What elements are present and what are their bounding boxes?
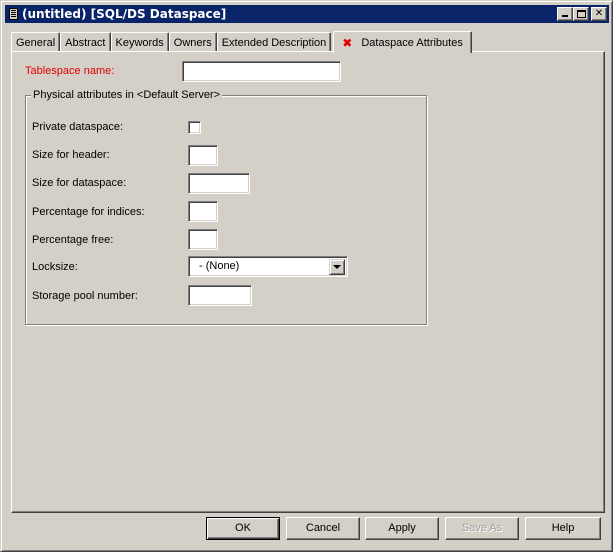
tab-abstract[interactable]: Abstract <box>60 32 111 52</box>
tab-label: General <box>16 36 56 49</box>
storage-pool-number-label: Storage pool number: <box>32 290 138 302</box>
maximize-button[interactable] <box>573 7 589 21</box>
percentage-for-indices-input[interactable] <box>188 201 218 222</box>
locksize-dropdown[interactable]: - (None) <box>188 256 348 277</box>
private-dataspace-label: Private dataspace: <box>32 121 124 133</box>
private-dataspace-checkbox[interactable] <box>188 121 201 134</box>
window-title: (untitled) [SQL/DS Dataspace] <box>22 7 227 21</box>
size-for-header-input[interactable] <box>188 145 218 166</box>
tab-keywords[interactable]: Keywords <box>110 32 169 52</box>
group-title: Physical attributes in <Default Server> <box>31 89 223 101</box>
tab-owners[interactable]: Owners <box>168 32 217 52</box>
percentage-free-input[interactable] <box>188 229 218 250</box>
tab-label: Keywords <box>115 36 164 49</box>
tablespace-name-label: Tablespace name: <box>25 65 115 77</box>
error-x-icon: ✖ <box>342 35 353 50</box>
storage-pool-number-input[interactable] <box>188 285 252 306</box>
tab-general[interactable]: General <box>11 32 61 52</box>
cancel-button[interactable]: Cancel <box>286 517 360 540</box>
ok-button[interactable]: OK <box>206 517 280 540</box>
locksize-label: Locksize: <box>32 261 78 273</box>
tab-strip: General Abstract Keywords Owners Extende… <box>11 30 472 53</box>
apply-button[interactable]: Apply <box>365 517 439 540</box>
minimize-button[interactable] <box>557 7 573 21</box>
save-as-button: Save As <box>445 517 519 540</box>
document-icon <box>9 8 18 20</box>
percentage-for-indices-label: Percentage for indices: <box>32 206 145 218</box>
tab-label: Dataspace Attributes <box>361 36 463 49</box>
tab-label: Owners <box>173 36 212 49</box>
dialog-window: (untitled) [SQL/DS Dataspace] ✕ General … <box>0 0 613 552</box>
locksize-selected-value: - (None) <box>199 260 240 272</box>
tab-dataspace-attributes[interactable]: ✖ Dataspace Attributes <box>333 31 472 53</box>
tab-label: Extended Description <box>221 36 327 49</box>
chevron-down-icon[interactable] <box>329 259 345 275</box>
help-button[interactable]: Help <box>525 517 601 540</box>
tab-extended-description[interactable]: Extended Description <box>216 32 332 52</box>
title-bar[interactable]: (untitled) [SQL/DS Dataspace] ✕ <box>5 5 609 23</box>
close-icon: ✕ <box>594 8 604 19</box>
percentage-free-label: Percentage free: <box>32 234 114 246</box>
window-controls: ✕ <box>557 7 607 21</box>
size-for-header-label: Size for header: <box>32 149 110 161</box>
size-for-dataspace-input[interactable] <box>188 173 250 194</box>
tab-label: Abstract <box>65 36 106 49</box>
tablespace-name-input[interactable] <box>182 61 341 82</box>
size-for-dataspace-label: Size for dataspace: <box>32 177 127 189</box>
close-button[interactable]: ✕ <box>591 7 607 21</box>
